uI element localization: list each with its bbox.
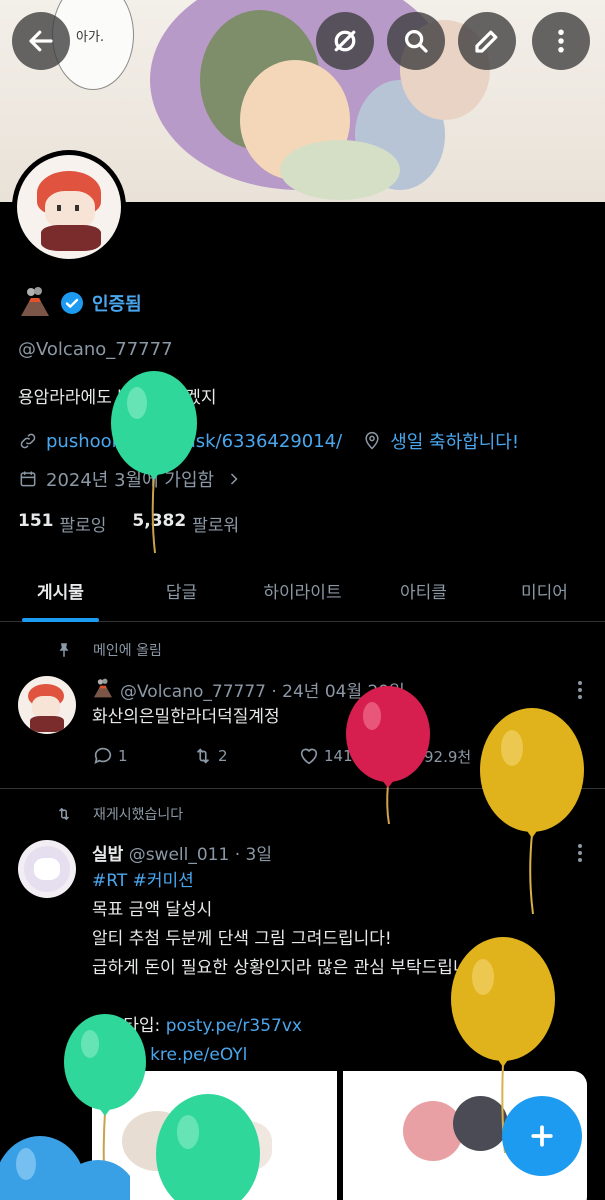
search-button[interactable]: [387, 12, 445, 70]
repost-icon: [196, 748, 210, 764]
followers-label[interactable]: 팔로워: [192, 511, 239, 536]
tab-articles[interactable]: 아티클: [363, 560, 484, 621]
following-count[interactable]: 151: [18, 511, 54, 536]
edit-icon: [475, 30, 498, 53]
repost-header: 실밥 @swell_011 · 3일: [92, 840, 272, 865]
posty-link[interactable]: posty.pe/r357vx: [166, 1016, 302, 1036]
profile-joined-date: 2024년 3월에 가입함: [46, 470, 215, 491]
balloon-decoration: [480, 708, 584, 915]
view-count: 92.9천: [424, 747, 472, 766]
compose-button[interactable]: [502, 1096, 582, 1176]
post-handle[interactable]: @Volcano_77777: [120, 682, 266, 702]
search-icon: [405, 30, 428, 53]
profile-location[interactable]: 생일 축하합니다!: [390, 428, 519, 454]
share-button[interactable]: [548, 745, 574, 767]
repost-hashtags[interactable]: #RT #커미션: [92, 867, 490, 896]
profile-website-link[interactable]: pushoong.com/ask/6336429014/: [46, 431, 342, 452]
bookmark-button[interactable]: [500, 745, 526, 767]
repost-button[interactable]: 2: [192, 745, 228, 767]
posty-label: 포스타입:: [92, 1016, 166, 1036]
bookmark-icon: [504, 747, 518, 766]
pin-icon: [59, 643, 69, 657]
repost-indicator: 재게시했습니다: [55, 804, 183, 824]
location-pin-icon: [365, 431, 379, 450]
views-button[interactable]: 92.9천: [398, 745, 471, 767]
back-arrow-icon: [29, 30, 53, 52]
reply-button[interactable]: 1: [92, 745, 128, 767]
speech-bubble-text: 아가.: [76, 30, 105, 45]
like-button[interactable]: 141: [298, 745, 353, 767]
chevron-right-icon[interactable]: [224, 469, 244, 489]
repost-more-icon[interactable]: [577, 843, 583, 863]
back-button[interactable]: [12, 12, 70, 70]
volcano-icon: [21, 287, 49, 316]
repost-line: 알티 추첨 두분께 단색 그림 그려드립니다!: [92, 929, 392, 949]
verified-label[interactable]: 인증됨: [92, 290, 142, 316]
repost-label: 재게시했습니다: [93, 807, 184, 823]
repost-icon: [58, 807, 70, 821]
post-actions: 1 2 141 92.9천: [92, 745, 592, 773]
reply-count: 1: [118, 747, 128, 765]
mute-icon: [334, 30, 356, 52]
link-icon: [20, 433, 36, 449]
repost-author-avatar[interactable]: [18, 840, 76, 898]
post-date: · 24년 04월 29일: [271, 682, 405, 702]
post-more-icon[interactable]: [577, 680, 583, 700]
post-media-image[interactable]: [92, 1071, 337, 1200]
mute-button[interactable]: [316, 12, 374, 70]
share-icon: [550, 746, 568, 766]
kre-link[interactable]: kre.pe/eOYl: [150, 1045, 247, 1065]
tab-highlights[interactable]: 하이라이트: [242, 560, 363, 621]
repost-author-handle[interactable]: @swell_011: [129, 845, 230, 865]
more-button[interactable]: [532, 12, 590, 70]
views-chart-icon: [402, 750, 419, 764]
kre-label: 크레페:: [92, 1045, 151, 1065]
edit-button[interactable]: [458, 12, 516, 70]
profile-bio: 용암라라에도 밥집은 있겠지: [18, 388, 217, 408]
more-vertical-icon: [558, 29, 564, 53]
post-text: 화산의은밀한라더덕질계정: [92, 707, 280, 727]
repost-count: 2: [218, 747, 228, 765]
calendar-icon: [20, 471, 36, 487]
post-header: @Volcano_77777 · 24년 04월 29일: [92, 677, 405, 702]
repost-line: 목표 금액 달성시: [92, 900, 213, 920]
heart-icon: [300, 748, 318, 765]
like-count: 141: [324, 747, 353, 765]
tab-posts[interactable]: 게시물: [0, 560, 121, 622]
following-label[interactable]: 팔로잉: [60, 511, 107, 536]
post-divider: [0, 788, 605, 789]
pinned-label: 메인에 올림: [93, 643, 162, 659]
tab-media[interactable]: 미디어: [484, 560, 605, 621]
profile-tabs: 게시물 답글 하이라이트 아티클 미디어: [0, 560, 605, 622]
profile-handle: @Volcano_77777: [18, 339, 173, 360]
repost-time: · 3일: [234, 845, 272, 865]
verified-badge-icon: [61, 292, 83, 314]
tab-replies[interactable]: 답글: [121, 560, 242, 621]
plus-icon: [531, 1125, 553, 1147]
followers-count[interactable]: 5,382: [132, 511, 186, 536]
pinned-indicator: 메인에 올림: [55, 640, 162, 660]
volcano-icon: [93, 678, 113, 698]
repost-author-name[interactable]: 실밥: [92, 845, 123, 865]
repost-line: 급하게 돈이 필요한 상황인지라 많은 관심 부탁드립니다.: [92, 958, 490, 978]
post-avatar[interactable]: [18, 676, 76, 734]
repost-body: #RT #커미션 목표 금액 달성시 알티 추첨 두분께 단색 그림 그려드립니…: [92, 867, 490, 1070]
profile-avatar[interactable]: [12, 150, 126, 264]
reply-icon: [94, 747, 112, 764]
